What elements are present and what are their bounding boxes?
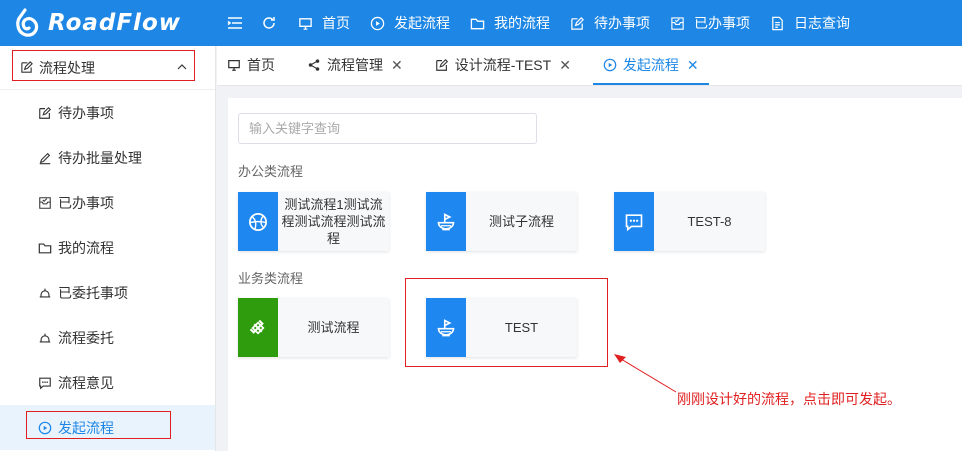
flow-card-label: 测试流程 xyxy=(307,320,360,335)
comment-icon xyxy=(39,377,51,389)
comment-icon xyxy=(625,213,643,231)
category-title: 办公类流程 xyxy=(238,164,304,179)
sidebar-item-label: 流程意见 xyxy=(58,374,114,391)
share-icon xyxy=(308,59,320,71)
top-nav-label: 我的流程 xyxy=(494,15,550,31)
top-nav-item[interactable]: 已办事项 xyxy=(660,0,760,46)
category-title: 业务类流程 xyxy=(238,271,304,286)
flow-card[interactable]: 测试流程1测试流程测试流程测试流程 xyxy=(238,192,389,251)
tab[interactable]: 首页 xyxy=(217,45,285,85)
sidebar-item-label: 待办事项 xyxy=(58,104,114,121)
top-nav-item[interactable]: 待办事项 xyxy=(560,0,660,46)
sidebar-item[interactable]: 待办批量处理 xyxy=(0,135,215,180)
chevron-up-icon[interactable] xyxy=(177,62,187,72)
tab-label: 发起流程 xyxy=(622,57,679,73)
document-icon xyxy=(772,16,783,30)
folder-icon xyxy=(470,18,485,29)
flow-card-icon-box xyxy=(614,192,654,251)
sidebar-item[interactable]: 流程委托 xyxy=(0,315,215,360)
sidebar-item[interactable]: 发起流程 xyxy=(0,405,215,450)
roadflow-logo-icon xyxy=(16,8,39,37)
folder-icon xyxy=(38,242,52,253)
top-nav-label: 待办事项 xyxy=(594,15,650,31)
top-nav-label: 发起流程 xyxy=(394,15,450,31)
flow-card-icon-box xyxy=(426,192,466,251)
top-nav-item[interactable]: 首页 xyxy=(288,0,360,46)
flow-card[interactable]: TEST-8 xyxy=(614,192,765,251)
basketball-icon xyxy=(249,212,267,231)
highlight-box xyxy=(26,411,171,439)
monitor-icon xyxy=(299,17,312,30)
bowl-icon xyxy=(437,212,455,230)
sidebar-item[interactable]: 流程意见 xyxy=(0,360,215,405)
bell-icon xyxy=(39,288,51,298)
top-nav-label: 日志查询 xyxy=(794,15,850,31)
sidebar-item-label: 我的流程 xyxy=(58,239,114,256)
top-nav: 首页 发起流程 我的流程 待办事项 已办事项 日志查询 xyxy=(288,0,860,46)
bell-icon xyxy=(39,333,51,343)
edit-icon xyxy=(571,16,584,30)
sidebar-item-label: 待办批量处理 xyxy=(58,149,142,166)
sidebar-item-label: 已委托事项 xyxy=(58,284,128,301)
top-nav-item[interactable]: 日志查询 xyxy=(760,0,860,46)
close-icon[interactable]: ✕ xyxy=(687,57,699,74)
tab-bar: 首页 流程管理 ✕ 设计流程-TEST ✕ 发起流程 ✕ xyxy=(217,46,962,86)
top-bar: RoadFlow 首页 发起流程 我的流程 待办事项 已办事项 日志查询 xyxy=(0,0,962,46)
tab-label: 首页 xyxy=(247,57,275,73)
candy-icon xyxy=(249,319,265,335)
flow-card-label: 测试子流程 xyxy=(488,214,554,229)
edit-icon xyxy=(435,58,448,71)
flow-card-label: 测试流程1测试流程测试流程测试流程 xyxy=(281,197,386,246)
sidebar-item-label: 流程委托 xyxy=(58,329,114,346)
refresh-icon[interactable] xyxy=(254,0,284,46)
flow-card-label: TEST-8 xyxy=(687,214,732,229)
highlight-box xyxy=(12,50,195,81)
close-icon[interactable]: ✕ xyxy=(559,57,571,74)
sidebar-item[interactable]: 已办事项 xyxy=(0,180,215,225)
app-logo[interactable]: RoadFlow xyxy=(0,0,216,46)
flow-card[interactable]: 测试流程 xyxy=(238,298,389,357)
top-nav-item[interactable]: 我的流程 xyxy=(460,0,560,46)
monitor-icon xyxy=(228,60,240,71)
sidebar-item[interactable]: 待办事项 xyxy=(0,90,215,135)
tab[interactable]: 设计流程-TEST ✕ xyxy=(425,45,581,85)
sidebar: 流程处理 待办事项待办批量处理 已办事项我的流程已委托事项流程委托流程意见发起流程 xyxy=(0,46,216,451)
sidebar-item-label: 已办事项 xyxy=(58,194,114,211)
close-icon[interactable]: ✕ xyxy=(391,57,403,74)
inbox-check-icon xyxy=(671,16,684,30)
sidebar-group-flow-processing[interactable]: 流程处理 xyxy=(0,46,215,90)
annotation-highlight-box xyxy=(405,278,608,367)
pen-icon xyxy=(39,152,51,164)
flow-card[interactable]: 测试子流程 xyxy=(426,192,577,251)
top-nav-label: 已办事项 xyxy=(694,15,750,31)
edit-icon xyxy=(39,106,52,119)
search-input[interactable] xyxy=(238,113,537,144)
flow-card-icon-box xyxy=(238,192,278,251)
tab-label: 设计流程-TEST xyxy=(454,57,552,73)
logo-text: RoadFlow xyxy=(48,10,181,36)
flow-card-icon-box xyxy=(238,298,278,357)
sidebar-item[interactable]: 我的流程 xyxy=(0,225,215,270)
menu-toggle-icon[interactable] xyxy=(220,0,250,46)
top-nav-label: 首页 xyxy=(322,15,350,31)
tab[interactable]: 发起流程 ✕ xyxy=(592,45,709,85)
sidebar-item[interactable]: 已委托事项 xyxy=(0,270,215,315)
tab[interactable]: 流程管理 ✕ xyxy=(297,45,413,85)
annotation-text: 刚刚设计好的流程，点击即可发起。 xyxy=(677,391,901,407)
play-circle-icon xyxy=(603,58,617,72)
inbox-check-icon xyxy=(39,196,51,209)
top-nav-item[interactable]: 发起流程 xyxy=(360,0,460,46)
tab-label: 流程管理 xyxy=(327,57,383,73)
play-circle-icon xyxy=(370,16,385,30)
